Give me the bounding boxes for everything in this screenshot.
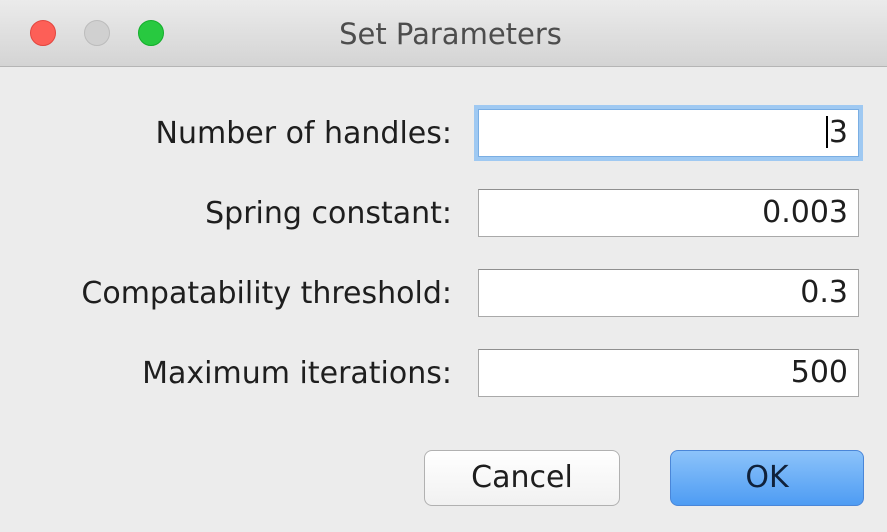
number-of-handles-value: 3 [828, 115, 848, 150]
compatability-threshold-value: 0.3 [800, 275, 848, 310]
number-of-handles-label: Number of handles: [155, 116, 452, 151]
maximum-iterations-label: Maximum iterations: [142, 356, 452, 391]
maximum-iterations-input[interactable]: 500 [478, 349, 859, 397]
cancel-button[interactable]: Cancel [424, 450, 620, 506]
spring-constant-value: 0.003 [762, 195, 848, 230]
spring-constant-input[interactable]: 0.003 [478, 189, 859, 237]
set-parameters-dialog: Set Parameters Number of handles: 3 Spri… [0, 0, 887, 532]
window-title: Set Parameters [339, 17, 562, 51]
compatability-threshold-label: Compatability threshold: [81, 276, 452, 311]
title-bar[interactable]: Set Parameters [0, 0, 887, 67]
number-of-handles-input[interactable]: 3 [478, 109, 859, 157]
compatability-threshold-input[interactable]: 0.3 [478, 269, 859, 317]
maximum-iterations-value: 500 [790, 355, 848, 390]
ok-button[interactable]: OK [670, 450, 864, 506]
text-caret [825, 116, 828, 148]
spring-constant-label: Spring constant: [205, 196, 452, 231]
